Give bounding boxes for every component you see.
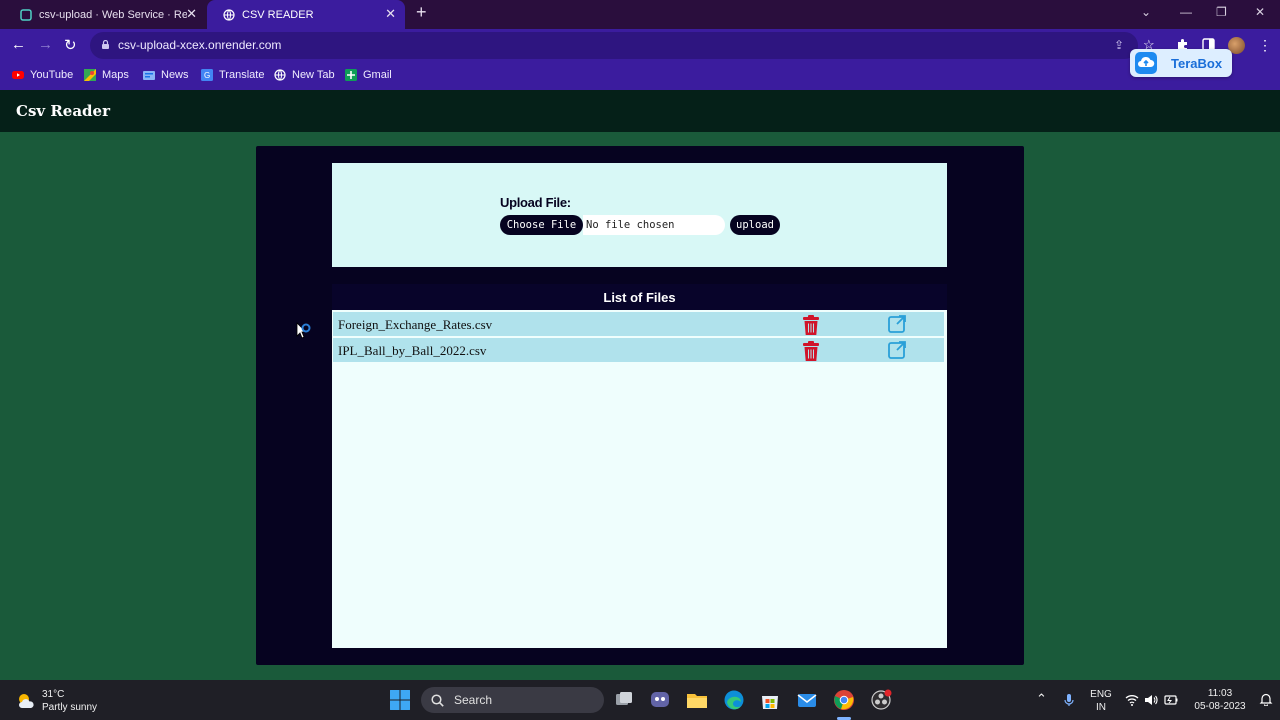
bookmark-label: Gmail bbox=[363, 69, 392, 81]
browser-toolbar: ← → ↻ csv-upload-xcex.onrender.com ⇪ ☆ ⋮ bbox=[0, 29, 1280, 62]
windows-start-icon[interactable] bbox=[389, 689, 411, 711]
tab-title: csv-upload · Web Service · Render bbox=[39, 8, 187, 21]
terabox-label: TeraBox bbox=[1171, 55, 1223, 71]
microphone-icon[interactable] bbox=[1062, 693, 1076, 707]
browser-menu-icon[interactable]: ⋮ bbox=[1258, 37, 1272, 54]
search-icon bbox=[431, 693, 444, 707]
upload-panel: Upload File: Choose File No file chosen … bbox=[332, 163, 947, 267]
trash-icon[interactable] bbox=[802, 315, 820, 335]
cloud-upload-icon bbox=[1135, 52, 1157, 74]
translate-icon: G bbox=[201, 69, 213, 81]
render-favicon-icon bbox=[20, 8, 32, 21]
volume-icon[interactable] bbox=[1144, 693, 1158, 707]
busy-cursor-icon bbox=[296, 322, 311, 339]
bookmarks-bar: YouTube Maps News G Translate New Tab Gm… bbox=[0, 62, 1280, 90]
share-icon[interactable]: ⇪ bbox=[1114, 38, 1124, 52]
bookmark-label: Maps bbox=[102, 69, 129, 81]
trash-icon[interactable] bbox=[802, 341, 820, 361]
bookmark-new-tab[interactable]: New Tab bbox=[274, 69, 335, 81]
file-row: IPL_Ball_by_Ball_2022.csv bbox=[333, 338, 944, 362]
bookmark-news[interactable]: News bbox=[143, 69, 189, 81]
edge-browser-icon[interactable] bbox=[723, 689, 745, 711]
obs-recorder-icon[interactable] bbox=[870, 689, 892, 711]
battery-icon[interactable] bbox=[1164, 693, 1178, 707]
language-code: ENG bbox=[1090, 689, 1112, 700]
bookmark-gmail[interactable]: Gmail bbox=[345, 69, 392, 81]
file-status-text: No file chosen bbox=[583, 215, 725, 235]
page-viewport: Csv Reader Upload File: Choose File No f… bbox=[0, 90, 1280, 680]
mail-icon[interactable] bbox=[796, 689, 818, 711]
bookmark-maps[interactable]: Maps bbox=[84, 69, 129, 81]
bookmark-label: New Tab bbox=[292, 69, 335, 81]
globe-icon bbox=[223, 8, 235, 21]
close-tab-icon[interactable]: ✕ bbox=[186, 6, 197, 22]
notification-bell-icon[interactable] bbox=[1259, 692, 1273, 706]
file-row: Foreign_Exchange_Rates.csv bbox=[333, 312, 944, 336]
bookmark-label: Translate bbox=[219, 69, 265, 81]
clock-date: 05-08-2023 bbox=[1194, 701, 1246, 712]
youtube-icon bbox=[12, 71, 24, 79]
terabox-extension-popup[interactable]: TeraBox bbox=[1130, 49, 1232, 77]
news-icon bbox=[143, 71, 155, 80]
wifi-icon[interactable] bbox=[1125, 693, 1139, 707]
back-icon[interactable]: ← bbox=[11, 36, 26, 53]
file-name: IPL_Ball_by_Ball_2022.csv bbox=[338, 343, 487, 358]
globe-icon bbox=[274, 69, 286, 81]
close-tab-icon[interactable]: ✕ bbox=[385, 6, 396, 22]
show-hidden-icons-icon[interactable]: ⌃ bbox=[1036, 692, 1047, 705]
reload-icon[interactable]: ↻ bbox=[64, 36, 77, 54]
tab-render[interactable]: csv-upload · Web Service · Render ✕ bbox=[4, 0, 206, 29]
restore-icon[interactable]: ❐ bbox=[1216, 5, 1227, 19]
tab-strip: csv-upload · Web Service · Render ✕ CSV … bbox=[0, 0, 1280, 29]
gmail-icon bbox=[345, 69, 357, 81]
weather-widget[interactable]: 31°C Partly sunny bbox=[16, 688, 97, 714]
upload-label: Upload File: bbox=[500, 195, 571, 210]
bookmark-translate[interactable]: G Translate bbox=[201, 69, 264, 81]
bookmark-label: YouTube bbox=[30, 69, 74, 81]
partly-sunny-icon bbox=[16, 691, 36, 711]
search-placeholder: Search bbox=[454, 693, 493, 707]
open-external-icon[interactable] bbox=[887, 340, 907, 360]
tab-title: CSV READER bbox=[242, 8, 314, 21]
task-view-icon[interactable] bbox=[613, 689, 635, 711]
input-language[interactable]: ENG IN bbox=[1086, 688, 1116, 714]
app-brand[interactable]: Csv Reader bbox=[16, 102, 110, 120]
weather-temperature: 31°C bbox=[42, 689, 65, 700]
upload-button[interactable]: upload bbox=[730, 215, 780, 235]
language-region: IN bbox=[1096, 702, 1106, 713]
clock-time: 11:03 bbox=[1207, 688, 1233, 699]
taskbar-search[interactable]: Search bbox=[421, 687, 604, 713]
tab-csv-reader[interactable]: CSV READER ✕ bbox=[207, 0, 405, 29]
clock[interactable]: 11:03 05-08-2023 bbox=[1188, 687, 1252, 713]
microsoft-store-icon[interactable] bbox=[759, 689, 781, 711]
chrome-icon[interactable] bbox=[833, 689, 855, 711]
bookmark-label: News bbox=[161, 69, 189, 81]
tab-search-icon[interactable]: ⌄ bbox=[1141, 5, 1151, 19]
main-card: Upload File: Choose File No file chosen … bbox=[256, 146, 1024, 665]
close-window-icon[interactable]: ✕ bbox=[1255, 5, 1265, 19]
file-name: Foreign_Exchange_Rates.csv bbox=[338, 317, 493, 332]
bookmark-youtube[interactable]: YouTube bbox=[12, 69, 73, 81]
teams-chat-icon[interactable] bbox=[649, 689, 671, 711]
open-external-icon[interactable] bbox=[887, 314, 907, 334]
url-text: csv-upload-xcex.onrender.com bbox=[118, 38, 282, 52]
forward-icon[interactable]: → bbox=[38, 36, 53, 53]
file-explorer-icon[interactable] bbox=[686, 689, 708, 711]
svg-text:G: G bbox=[204, 71, 210, 80]
files-heading: List of Files bbox=[332, 284, 947, 310]
address-bar[interactable]: csv-upload-xcex.onrender.com ⇪ bbox=[90, 32, 1138, 59]
new-tab-icon[interactable]: + bbox=[416, 2, 427, 23]
minimize-icon[interactable]: — bbox=[1180, 5, 1192, 19]
files-panel: List of Files Foreign_Exchange_Rates.csv… bbox=[332, 284, 947, 648]
weather-description: Partly sunny bbox=[42, 702, 98, 713]
lock-icon bbox=[102, 40, 109, 49]
windows-taskbar: 31°C Partly sunny Search ⌃ ENG IN 11:03 … bbox=[0, 680, 1280, 720]
app-header: Csv Reader bbox=[0, 90, 1280, 132]
maps-icon bbox=[84, 69, 96, 81]
choose-file-button[interactable]: Choose File bbox=[500, 215, 583, 235]
